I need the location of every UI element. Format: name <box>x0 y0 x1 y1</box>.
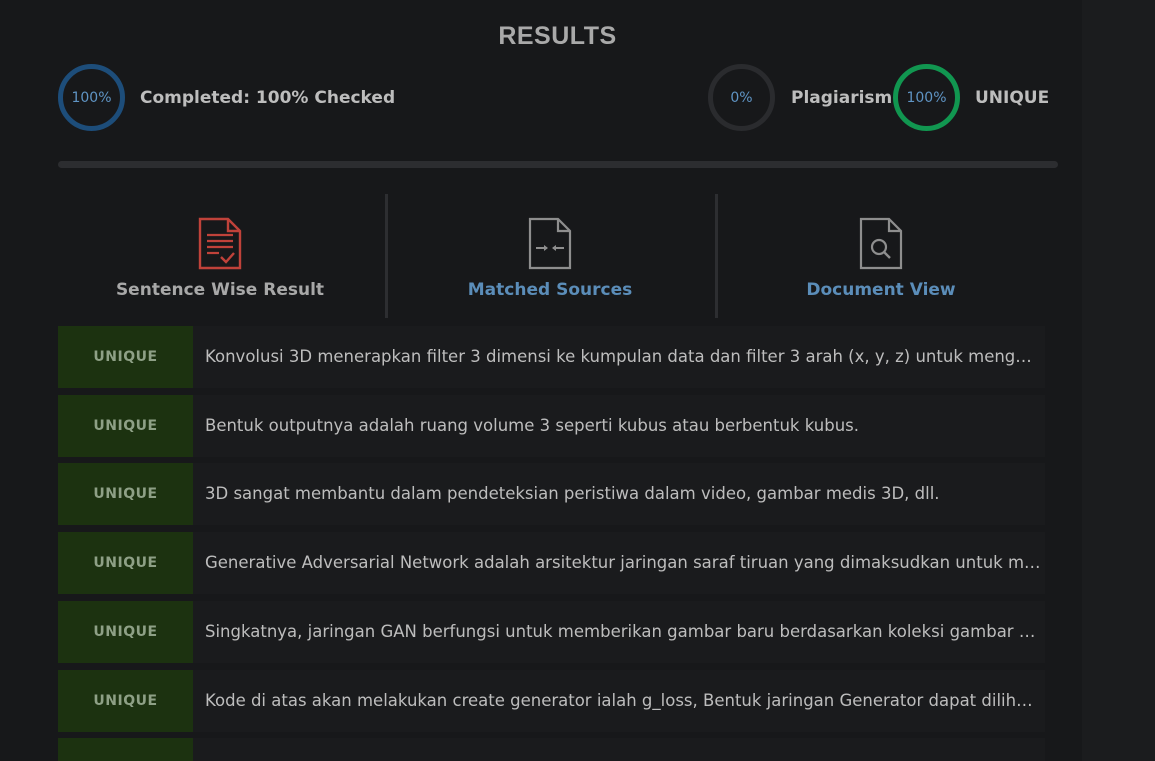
plagiarism-ring: 0% <box>708 64 775 131</box>
tab-sentence-wise-result[interactable]: Sentence Wise Result <box>55 195 385 315</box>
document-compare-icon <box>527 217 573 275</box>
unique-percent: 100% <box>906 89 947 106</box>
completed-progress-ring: 100% <box>58 64 125 131</box>
tab-matched-sources[interactable]: Matched Sources <box>385 195 715 315</box>
completed-label: Completed: 100% Checked <box>140 88 396 108</box>
result-row[interactable]: UNIQUE Konvolusi 3D menerapkan filter 3 … <box>58 326 1045 388</box>
unique-ring: 100% <box>893 64 960 131</box>
result-row[interactable]: UNIQUE Bentuk outputnya adalah ruang vol… <box>58 395 1045 457</box>
tab-label: Sentence Wise Result <box>115 280 325 300</box>
result-row[interactable]: UNIQUE Kode di atas akan melakukan creat… <box>58 670 1045 732</box>
unique-status-badge: UNIQUE <box>58 395 193 457</box>
sentence-text: 3D sangat membantu dalam pendeteksian pe… <box>205 484 940 503</box>
unique-status-badge: UNIQUE <box>58 463 193 525</box>
unique-status-badge <box>58 738 193 761</box>
sentence-text <box>205 738 1041 761</box>
page-title: RESULTS <box>498 22 617 50</box>
result-row[interactable]: UNIQUE Singkatnya, jaringan GAN berfungs… <box>58 601 1045 663</box>
unique-status-badge: UNIQUE <box>58 601 193 663</box>
result-row[interactable]: UNIQUE Generative Adversarial Network ad… <box>58 532 1045 594</box>
sentence-text: Bentuk outputnya adalah ruang volume 3 s… <box>205 416 860 435</box>
sentence-text: Konvolusi 3D menerapkan filter 3 dimensi… <box>205 347 1041 366</box>
unique-status-badge: UNIQUE <box>58 532 193 594</box>
document-search-icon <box>858 217 904 275</box>
sentence-text: Kode di atas akan melakukan create gener… <box>205 691 1041 710</box>
progress-bar <box>58 161 1058 168</box>
result-row[interactable] <box>58 738 1045 761</box>
document-check-icon <box>197 217 243 275</box>
unique-status-badge: UNIQUE <box>58 326 193 388</box>
plagiarism-label: Plagiarism <box>791 88 893 108</box>
unique-label: UNIQUE <box>975 88 1050 108</box>
sentence-text: Singkatnya, jaringan GAN berfungsi untuk… <box>205 622 1041 641</box>
unique-status-badge: UNIQUE <box>58 670 193 732</box>
sentence-text: Generative Adversarial Network adalah ar… <box>205 553 1041 572</box>
plagiarism-percent: 0% <box>730 89 753 106</box>
tab-label: Document View <box>806 280 956 300</box>
result-row[interactable]: UNIQUE 3D sangat membantu dalam pendetek… <box>58 463 1045 525</box>
tab-document-view[interactable]: Document View <box>716 195 1046 315</box>
page-margin <box>1082 0 1155 761</box>
results-panel: RESULTS 100% Completed: 100% Checked 0% … <box>0 0 1082 761</box>
tab-label: Matched Sources <box>467 280 633 300</box>
completed-percent: 100% <box>71 89 112 106</box>
